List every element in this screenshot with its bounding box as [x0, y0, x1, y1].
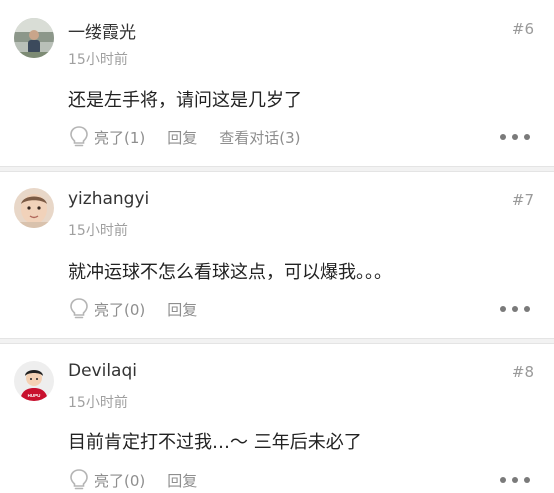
more-dots-icon[interactable]	[500, 133, 530, 141]
child-photo-avatar-icon	[14, 188, 54, 228]
dot	[500, 306, 506, 312]
timestamp: 15小时前	[68, 52, 128, 68]
dot	[512, 477, 518, 483]
like-button[interactable]: 亮了(0)	[94, 299, 145, 320]
username[interactable]: yizhangyi	[68, 189, 149, 209]
comment-item: HUPU Devilaqi #8 15小时前 目前肯定打不过我…～ 三年后未必了…	[0, 344, 554, 493]
comment-actions: 亮了(1) 回复 查看对话(3)	[68, 125, 323, 149]
more-dots-icon[interactable]	[500, 476, 530, 484]
avatar[interactable]	[14, 188, 54, 228]
floor-number: #8	[511, 363, 534, 381]
like-button[interactable]: 亮了(1)	[94, 127, 145, 148]
reply-button[interactable]: 回复	[167, 470, 197, 491]
dot	[512, 306, 518, 312]
more-dots-icon[interactable]	[500, 305, 530, 313]
floor-number: #6	[511, 20, 534, 38]
comment-actions: 亮了(0) 回复	[68, 468, 219, 492]
comment-text: 就冲运球不怎么看球这点，可以爆我。。。	[68, 262, 392, 283]
dot	[524, 477, 530, 483]
lightbulb-icon[interactable]	[68, 468, 90, 492]
comment-item: 一缕霞光 #6 15小时前 还是左手将，请问这是几岁了 亮了(1) 回复 查看对…	[0, 0, 554, 166]
avatar[interactable]	[14, 18, 54, 58]
dot	[500, 134, 506, 140]
like-button[interactable]: 亮了(0)	[94, 470, 145, 491]
timestamp: 15小时前	[68, 223, 128, 239]
view-conversation-button[interactable]: 查看对话(3)	[219, 127, 300, 148]
timestamp: 15小时前	[68, 395, 128, 411]
dot	[512, 134, 518, 140]
lightbulb-icon[interactable]	[68, 297, 90, 321]
cartoon-hupu-avatar-icon: HUPU	[14, 361, 54, 401]
reply-button[interactable]: 回复	[167, 127, 197, 148]
dot	[524, 306, 530, 312]
reply-button[interactable]: 回复	[167, 299, 197, 320]
avatar[interactable]: HUPU	[14, 361, 54, 401]
dot	[524, 134, 530, 140]
comment-actions: 亮了(0) 回复	[68, 297, 219, 321]
user-photo-avatar-icon	[14, 18, 54, 58]
username[interactable]: Devilaqi	[68, 361, 137, 381]
lightbulb-icon[interactable]	[68, 125, 90, 149]
floor-number: #7	[511, 191, 534, 209]
hupu-badge: HUPU	[28, 393, 41, 398]
comment-text: 目前肯定打不过我…～ 三年后未必了	[68, 432, 362, 453]
dot	[500, 477, 506, 483]
username[interactable]: 一缕霞光	[68, 18, 136, 43]
comment-item: yizhangyi #7 15小时前 就冲运球不怎么看球这点，可以爆我。。。 亮…	[0, 172, 554, 338]
comment-text: 还是左手将，请问这是几岁了	[68, 90, 302, 111]
